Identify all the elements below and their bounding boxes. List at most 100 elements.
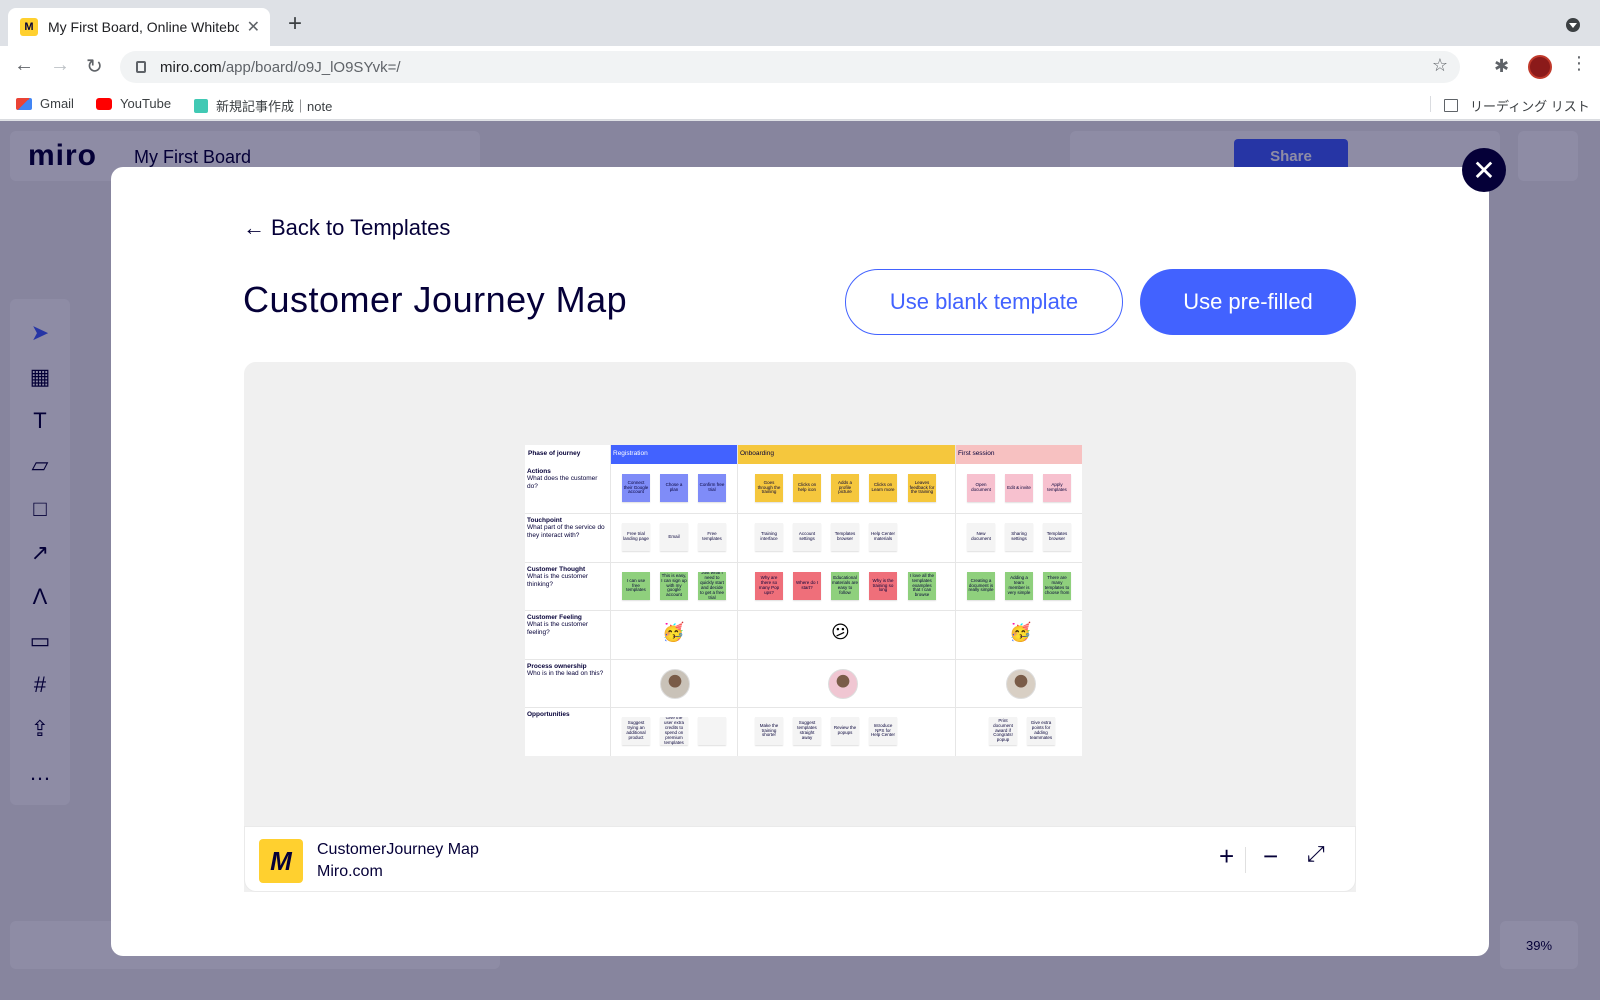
preview-name: CustomerJourney Map [317, 841, 479, 858]
sticky-note: This is easy, I can sign up with my goog… [660, 572, 688, 600]
sticky-note: Edit & invite [1005, 474, 1033, 502]
new-tab-icon[interactable]: + [288, 12, 302, 36]
tab-search-icon[interactable] [1566, 18, 1580, 32]
browser-tab[interactable]: M My First Board, Online Whiteboard ✕ [8, 8, 270, 46]
owner-avatar [660, 669, 690, 699]
bookmark-note[interactable]: 新規記事作成｜note [194, 96, 332, 115]
blank-label: Use blank template [889, 289, 1079, 314]
preview-footer: M CustomerJourney Map Miro.com + − ⤢ [244, 826, 1356, 892]
phase-header: First session [955, 445, 1082, 464]
back-to-templates-link[interactable]: ← Back to Templates [243, 215, 450, 241]
grid-line [737, 445, 738, 756]
youtube-icon [96, 97, 112, 110]
miro-logo-icon: M [259, 839, 303, 883]
gmail-icon [16, 97, 32, 110]
bookmark-label: YouTube [120, 96, 172, 111]
phase-header: Registration [610, 445, 737, 464]
sticky-note: Confirm free trial [698, 474, 726, 502]
sticky-note: Educational materials are easy to follow [831, 572, 859, 600]
sticky-note: Training interface [755, 523, 783, 551]
sticky-note: New document [967, 523, 995, 551]
profile-avatar[interactable] [1528, 55, 1552, 79]
sticky-note: Sharing settings [1005, 523, 1033, 551]
bookmarks-bar: Gmail YouTube 新規記事作成｜note リーディング リスト [0, 88, 1600, 120]
sticky-note: Suggest templates straight away [793, 717, 821, 745]
bookmark-star-icon[interactable]: ☆ [1432, 55, 1448, 76]
grid-line [525, 562, 1082, 563]
sticky-note: Creating a document is really simple [967, 572, 995, 600]
address-bar[interactable]: miro.com/app/board/o9J_lO9SYvk=/ ☆ [120, 51, 1460, 83]
sticky-note: Give extra points for adding teammates [1027, 717, 1055, 745]
bookmark-gmail[interactable]: Gmail [16, 96, 74, 111]
sticky-note: Connect their Google account [622, 474, 650, 502]
sticky-note: I can use free templates [622, 572, 650, 600]
reload-icon[interactable]: ↻ [86, 54, 103, 79]
grid-line [525, 610, 1082, 611]
row-title: Customer Feeling [527, 614, 582, 621]
row-subtitle: What part of the service do they interac… [527, 524, 605, 539]
sticky-note: Leaves feedback for the training [908, 474, 936, 502]
note-icon [194, 98, 208, 113]
sticky-note: Goes through the training [755, 474, 783, 502]
sticky-note: Adds a profile picture [831, 474, 859, 502]
bookmarks-divider [1430, 96, 1431, 112]
sticky-note: Give the user extra credits to spend on … [660, 717, 688, 745]
zoom-in-icon[interactable]: + [1219, 843, 1234, 869]
row-title: Process ownership [527, 663, 587, 670]
row-title: Customer Thought [527, 566, 586, 573]
miro-favicon-icon: M [20, 18, 38, 36]
back-label: Back to Templates [271, 215, 451, 240]
extensions-puzzle-icon[interactable]: ✱ [1494, 56, 1509, 77]
owner-avatar [1006, 669, 1036, 699]
grid-line [955, 445, 956, 756]
sticky-note: Adding a team member is very simple [1005, 572, 1033, 600]
grid-line [525, 513, 1082, 514]
feeling-emoji-icon: 🥳 [662, 622, 685, 642]
reading-list-icon [1444, 99, 1458, 112]
row-label: Actions What does the customer do? [527, 468, 607, 490]
lock-icon [136, 61, 146, 73]
row-label: Process ownership Who is in the lead on t… [527, 663, 607, 678]
row-subtitle: Who is in the lead on this? [527, 670, 604, 678]
browser-menu-icon[interactable]: ⋮ [1570, 54, 1588, 72]
controls-divider [1245, 847, 1246, 873]
row-subtitle: What is the customer feeling? [527, 621, 589, 636]
row-label: Customer Feeling What is the customer fee… [527, 614, 607, 636]
sticky-note: Clicks on Learn more [869, 474, 897, 502]
sticky-note: Introduce NPS for Help Center [869, 717, 897, 745]
reading-list[interactable]: リーディング リスト [1444, 96, 1590, 115]
sticky-note: Account settings [793, 523, 821, 551]
url-text: miro.com/app/board/o9J_lO9SYvk=/ [160, 58, 401, 76]
tab-title: My First Board, Online Whiteboard [48, 19, 239, 35]
template-title: Customer Journey Map [243, 279, 628, 320]
row-label: Opportunities [527, 711, 607, 718]
sticky-note: Templates browser [831, 523, 859, 551]
use-prefilled-button[interactable]: Use pre-filled [1140, 269, 1356, 335]
prefill-label: Use pre-filled [1183, 289, 1313, 314]
forward-arrow-icon[interactable]: → [50, 54, 70, 77]
sticky-note: Open document [967, 474, 995, 502]
feeling-emoji-icon: 🥳 [1009, 622, 1032, 642]
grid-line [525, 659, 1082, 660]
sticky-note: Chose a plan [660, 474, 688, 502]
sticky-note: Email [660, 523, 688, 551]
sticky-note [698, 717, 726, 745]
use-blank-template-button[interactable]: Use blank template [845, 269, 1123, 335]
row-label: Touchpoint What part of the service do th… [527, 517, 607, 539]
sticky-note: I love all the templates examples that I… [908, 572, 936, 600]
close-modal-button[interactable]: ✕ [1462, 148, 1506, 192]
tab-close-icon[interactable]: ✕ [247, 17, 260, 37]
grid-line [610, 445, 611, 756]
sticky-note: Why are there so many Pop ups? [755, 572, 783, 600]
reading-list-label: リーディング リスト [1470, 99, 1590, 114]
journey-map-thumbnail: Phase of journey Registration Onboarding Fi… [525, 445, 1082, 756]
sticky-note: There are many templates to choose from [1043, 572, 1071, 600]
fullscreen-icon[interactable]: ⤢ [1307, 843, 1325, 865]
row-subtitle: What is the customer thinking? [527, 573, 589, 588]
bookmark-youtube[interactable]: YouTube [96, 96, 171, 111]
sticky-note: Suggest trying an additional product [622, 717, 650, 745]
zoom-out-icon[interactable]: − [1263, 843, 1278, 869]
back-arrow-icon[interactable]: ← [14, 54, 34, 77]
sticky-note: Clicks on help icon [793, 474, 821, 502]
row-title: Touchpoint [527, 517, 562, 524]
